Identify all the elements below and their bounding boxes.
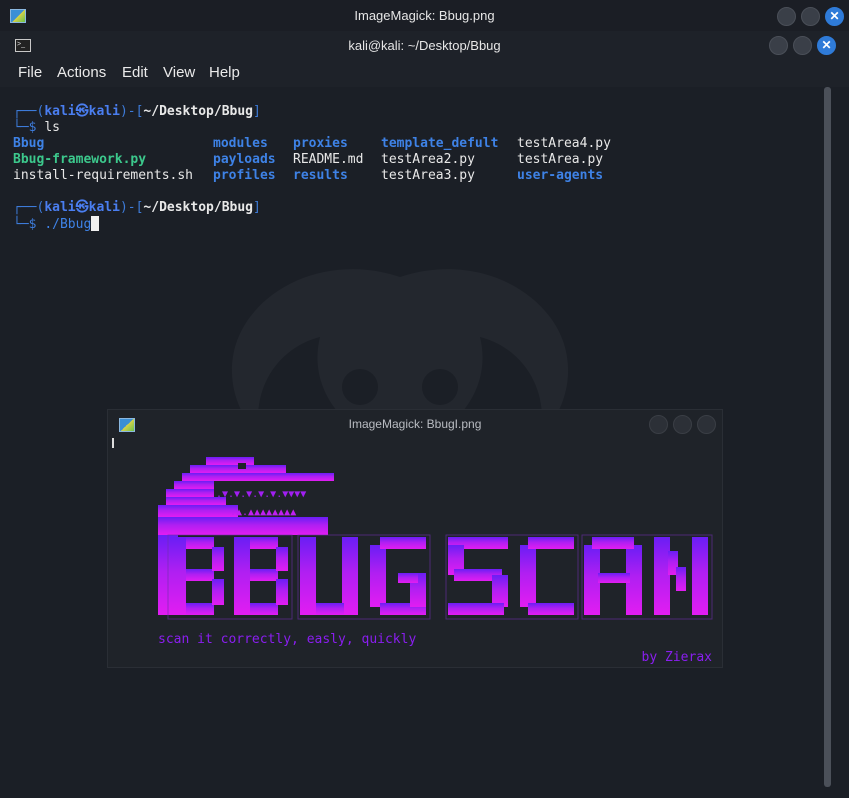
ls-entry: template_defult xyxy=(381,136,499,151)
author-credit: by Zierax xyxy=(641,650,712,665)
ls-entry: testArea3.py xyxy=(381,168,475,183)
ls-entry: proxies xyxy=(293,136,348,151)
ls-entry: Bbug-framework.py xyxy=(13,152,147,167)
text-cursor xyxy=(91,216,100,231)
svg-text:.▼.▼.▼.▼.▼.▼▼▼▼: .▼.▼.▼.▼.▼.▼▼▼▼ xyxy=(216,489,306,500)
prompt-frame: ┌──( xyxy=(13,104,45,119)
maximize-button[interactable] xyxy=(801,7,820,26)
preview-window-titlebar: ImageMagick: BbugI.png xyxy=(108,410,722,438)
close-icon: ✕ xyxy=(829,9,840,23)
outer-window-title: ImageMagick: Bbug.png xyxy=(354,8,495,23)
preview-window-title: ImageMagick: BbugI.png xyxy=(348,417,482,431)
close-icon: ✕ xyxy=(821,38,832,52)
command-line-1: └─$ ls xyxy=(13,120,60,136)
ls-column-1: Bbug Bbug-framework.py install-requirement… xyxy=(13,136,193,184)
ls-entry: profiles xyxy=(213,168,276,183)
terminal-title: kali@kali: ~/Desktop/Bbug xyxy=(348,38,501,53)
tagline-text: scan it correctly, easly, quickly xyxy=(158,632,417,647)
menu-edit[interactable]: Edit xyxy=(122,64,148,81)
terminal-titlebar: >_ kali@kali: ~/Desktop/Bbug ✕ xyxy=(0,31,849,59)
prompt-path: ~/Desktop/Bbug xyxy=(143,104,253,119)
ls-column-4: template_defult testArea2.py testArea3.py xyxy=(381,136,498,184)
mouse-pointer-icon xyxy=(112,438,114,448)
ls-entry: payloads xyxy=(213,152,276,167)
minimize-button[interactable] xyxy=(777,7,796,26)
prompt-line-1: ┌──(kali㉿kali)-[~/Desktop/Bbug] xyxy=(13,104,261,120)
terminal-close-button[interactable]: ✕ xyxy=(817,36,836,55)
prompt-frame: ┌──( xyxy=(13,200,45,215)
command-text: ./Bbug xyxy=(44,217,92,232)
preview-maximize-button[interactable] xyxy=(673,415,692,434)
bbug-scan-logo-icon: .▼.▼.▼.▼.▼.▼▼▼▼ .▲.▲▲▲▲▲▲▲▲ xyxy=(158,457,713,620)
terminal-minimize-button[interactable] xyxy=(769,36,788,55)
prompt-path: ~/Desktop/Bbug xyxy=(143,200,253,215)
menu-file[interactable]: File xyxy=(18,64,42,81)
prompt-frame: ] xyxy=(253,200,261,215)
prompt-user: kali㉿kali xyxy=(44,104,120,119)
preview-minimize-button[interactable] xyxy=(649,415,668,434)
terminal-scrollbar[interactable] xyxy=(822,87,834,787)
close-button[interactable]: ✕ xyxy=(825,7,844,26)
ls-entry: Bbug xyxy=(13,136,45,151)
prompt-frame: )-[ xyxy=(119,104,144,119)
ls-entry: install-requirements.sh xyxy=(13,168,194,183)
ls-entry: testArea.py xyxy=(517,152,604,167)
outer-window-titlebar: ImageMagick: Bbug.png ✕ xyxy=(0,0,849,31)
prompt-frame: ] xyxy=(253,104,261,119)
svg-text:.▲.▲▲▲▲▲▲▲▲: .▲.▲▲▲▲▲▲▲▲ xyxy=(230,507,296,518)
preview-close-button[interactable] xyxy=(697,415,716,434)
command-text: ls xyxy=(44,120,60,135)
ls-entry: testArea4.py xyxy=(517,136,611,151)
ls-entry: modules xyxy=(213,136,268,151)
ls-entry: README.md xyxy=(293,152,364,167)
imagemagick-preview-window[interactable]: ImageMagick: BbugI.png .▼.▼.▼.▼.▼.▼▼▼▼ .… xyxy=(107,409,723,668)
ls-column-2: modules payloads profiles xyxy=(213,136,276,184)
prompt-user: kali㉿kali xyxy=(44,200,120,215)
menu-view[interactable]: View xyxy=(163,64,195,81)
ls-entry: user-agents xyxy=(517,168,604,183)
ls-entry: results xyxy=(293,168,348,183)
ls-entry: testArea2.py xyxy=(381,152,475,167)
prompt-line-2: ┌──(kali㉿kali)-[~/Desktop/Bbug] xyxy=(13,200,261,216)
terminal-menubar: File Actions Edit View Help xyxy=(0,59,849,87)
ls-column-3: proxies README.md results xyxy=(293,136,363,184)
prompt-frame: )-[ xyxy=(119,200,144,215)
terminal-maximize-button[interactable] xyxy=(793,36,812,55)
menu-actions[interactable]: Actions xyxy=(57,64,106,81)
scrollbar-thumb[interactable] xyxy=(824,87,831,787)
command-line-2: └─$ ./Bbug xyxy=(13,216,100,233)
ls-column-5: testArea4.py testArea.py user-agents xyxy=(517,136,611,184)
menu-help[interactable]: Help xyxy=(209,64,240,81)
prompt-dollar: └─$ xyxy=(13,217,45,232)
prompt-dollar: └─$ xyxy=(13,120,45,135)
